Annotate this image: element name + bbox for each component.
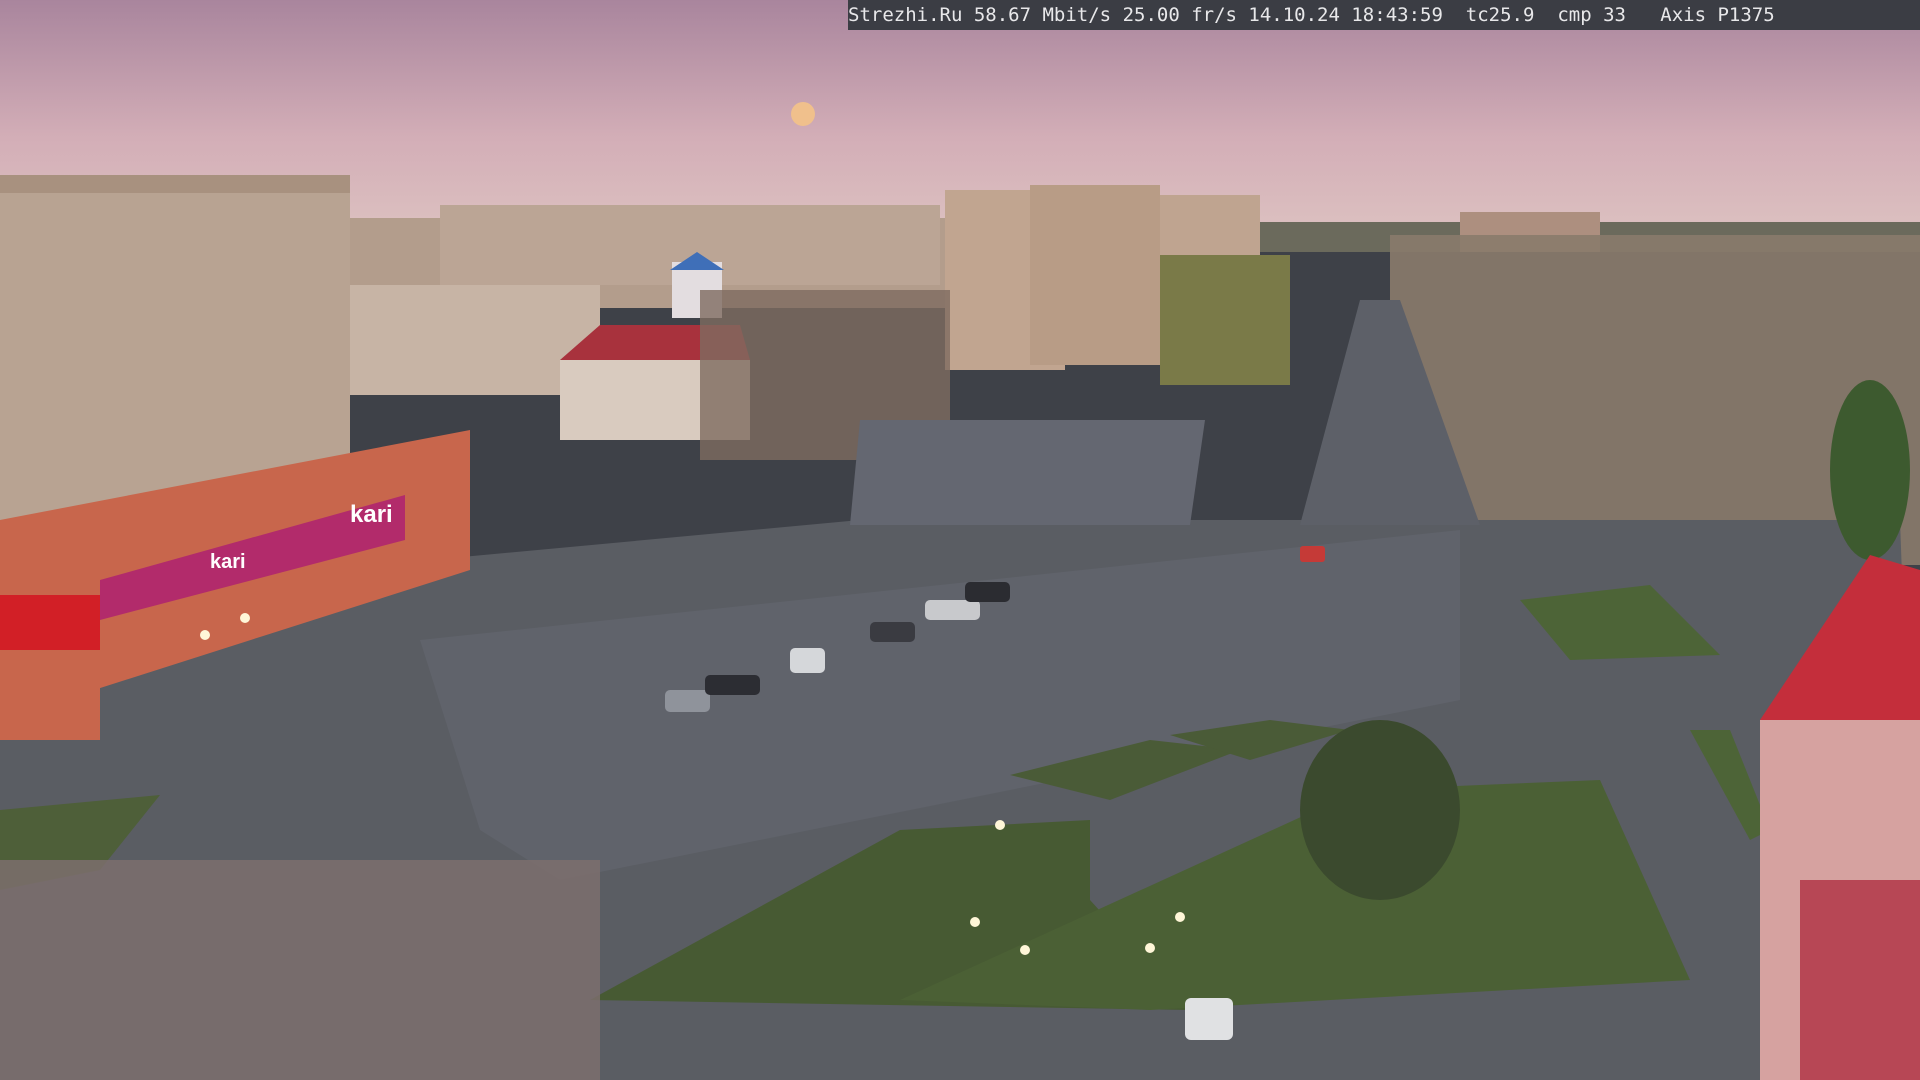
overlay-datetime: 14.10.24 18:43:59 [1248,4,1443,26]
webcam-scene: kari kari [0,0,1920,1080]
overlay-tc: tc25.9 [1465,4,1535,26]
plaza [850,420,1205,525]
trees-mid [1160,255,1290,385]
moon [791,102,815,126]
overlay-cmp: cmp 33 [1557,4,1626,26]
overlay-bitrate: 58.67 Mbit/s [973,4,1112,26]
kari-sign-sub: kari [210,551,246,573]
overlay-site: Strezhi.Ru [848,4,963,26]
kari-sign-main: kari [350,501,393,528]
camera-overlay: Strezhi.Ru 58.67 Mbit/s 25.00 fr/s 14.10… [848,0,1920,30]
overlay-framerate: 25.00 fr/s [1122,4,1237,26]
overlay-camera: Axis P1375 [1660,4,1775,26]
